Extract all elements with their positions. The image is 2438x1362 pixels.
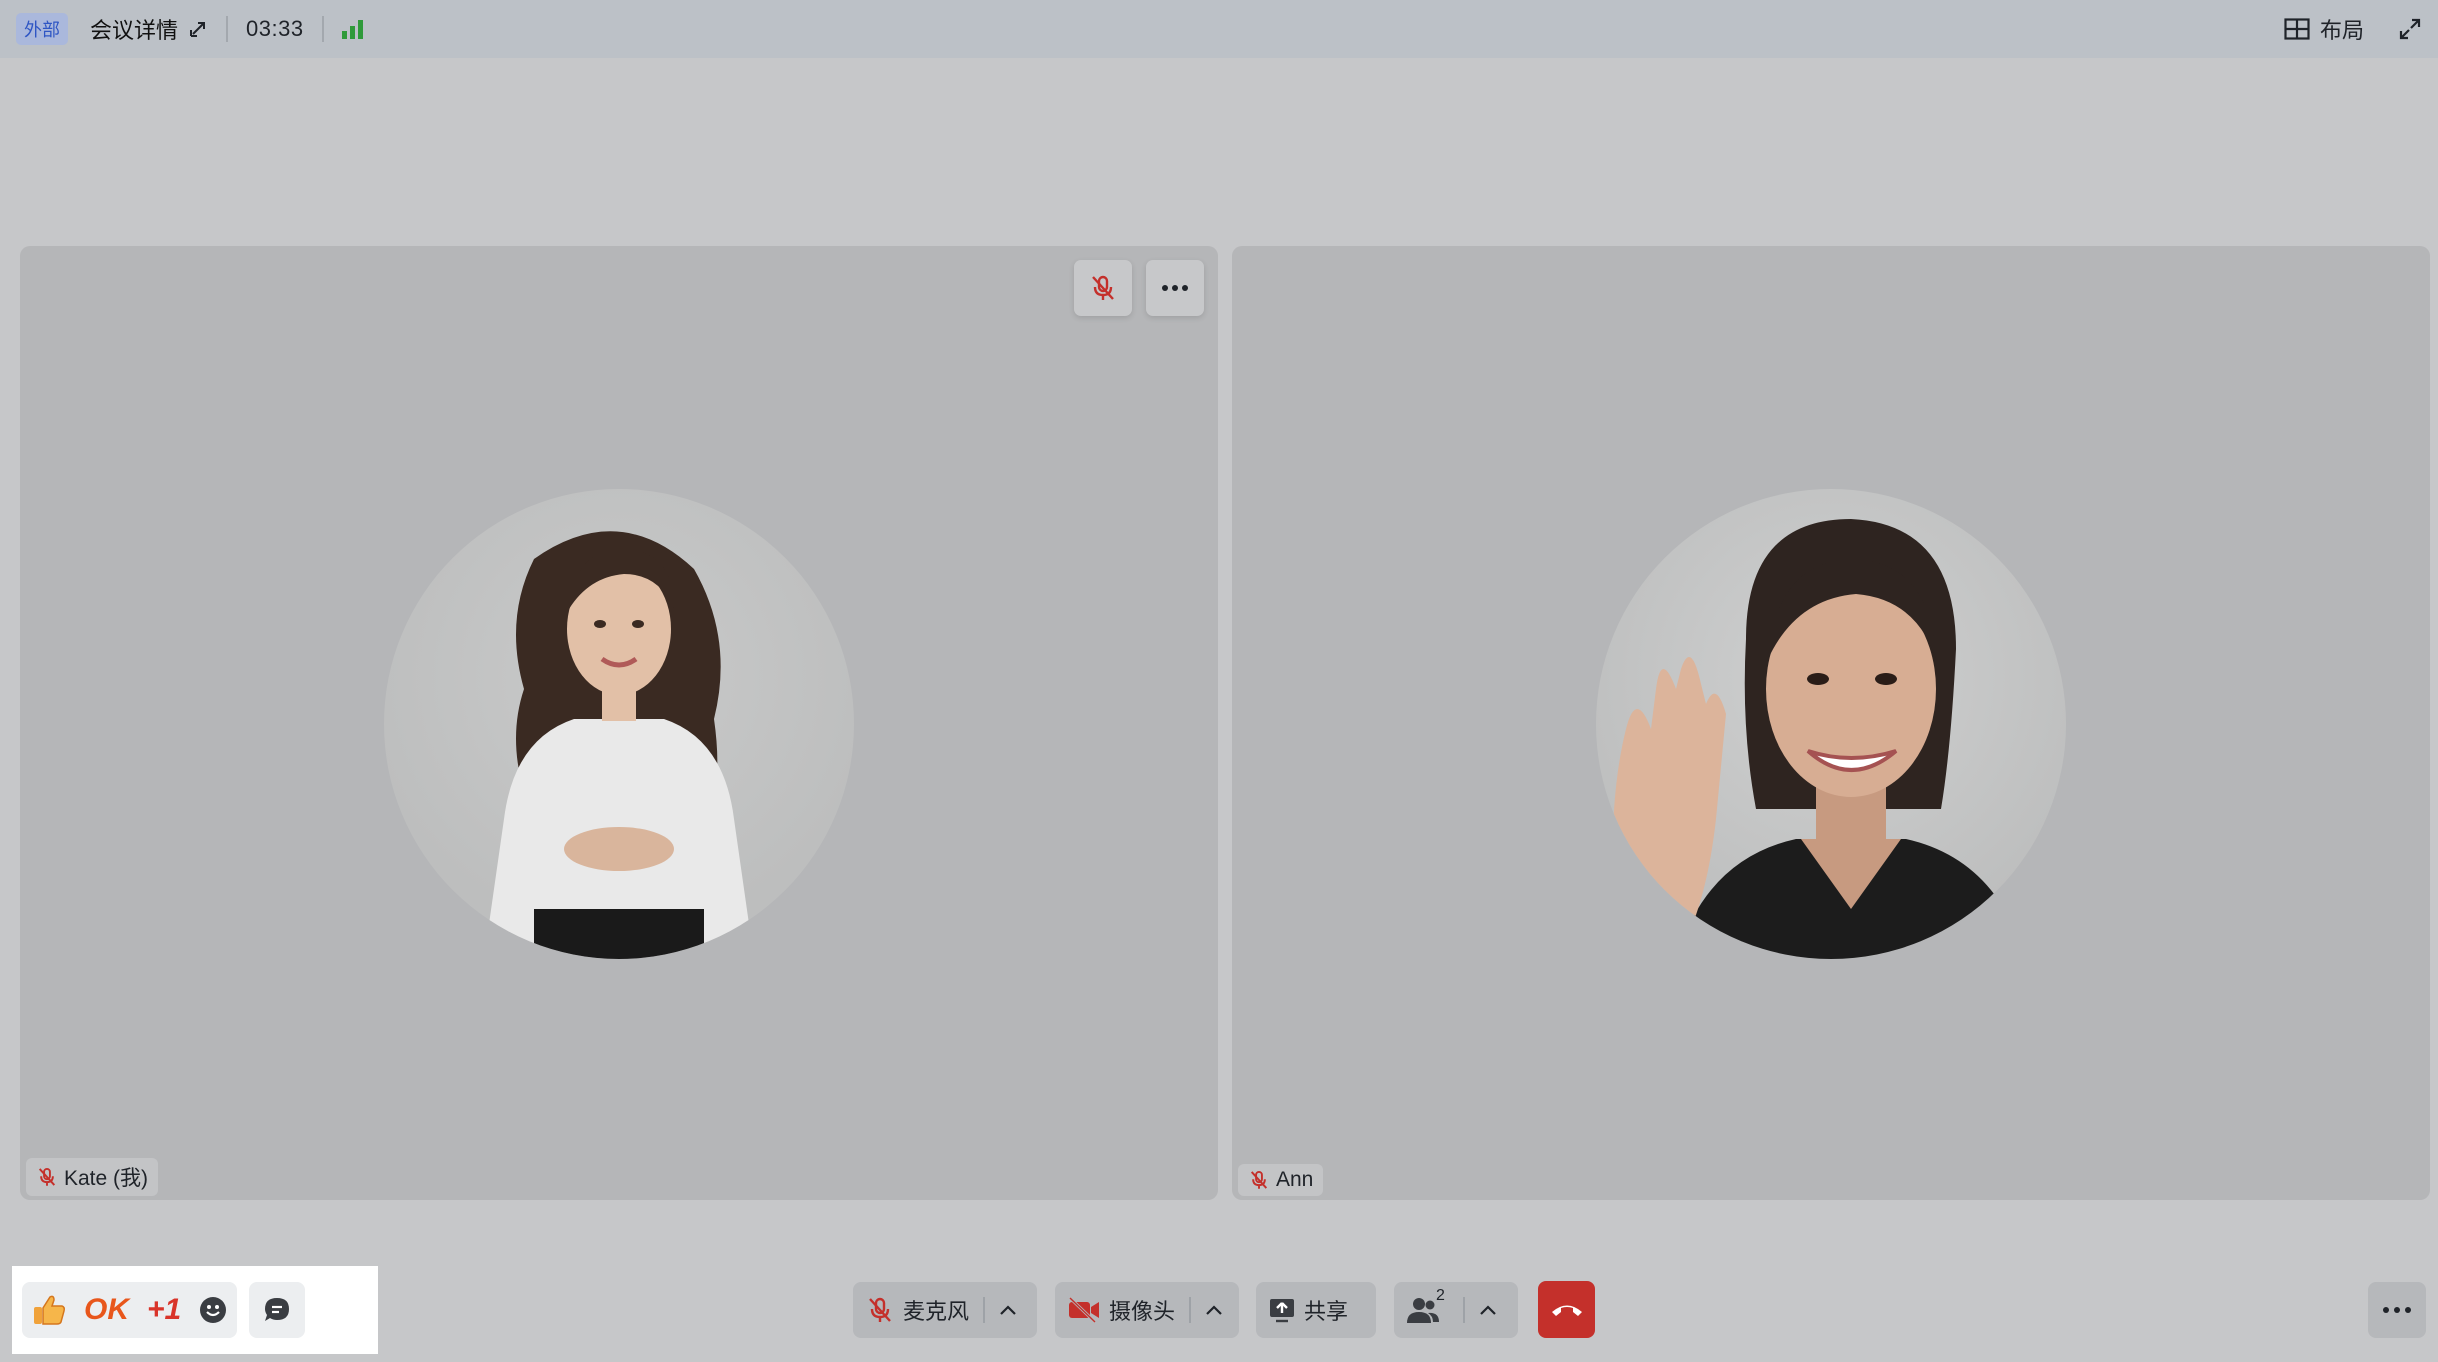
video-stage: Kate (我) Ann (8, 58, 2430, 1358)
external-badge: 外部 (16, 13, 68, 45)
fullscreen-icon[interactable] (2398, 17, 2422, 41)
tile-more-button[interactable] (1146, 260, 1204, 316)
microphone-label: 麦克风 (903, 1299, 970, 1324)
divider (983, 1297, 986, 1323)
participants-button[interactable]: 2 (1406, 1287, 1449, 1324)
participant-name: Ann (1276, 1168, 1314, 1191)
mic-off-icon (1250, 1170, 1268, 1189)
network-signal-icon[interactable] (341, 19, 363, 39)
smiley-icon (200, 1297, 227, 1323)
video-tile-kate[interactable]: Kate (我) (20, 246, 1218, 1200)
ok-reaction[interactable]: OK (84, 1293, 129, 1327)
mute-participant-button[interactable] (1074, 260, 1132, 316)
share-button[interactable]: 共享 (1256, 1282, 1376, 1338)
more-horizontal-icon (1162, 285, 1188, 291)
grid-layout-icon (2284, 18, 2310, 40)
participants-control: 2 (1394, 1282, 1518, 1338)
chat-bubble-icon (265, 1298, 290, 1321)
share-label: 共享 (1304, 1299, 1349, 1324)
reaction-group: OK +1 (22, 1282, 238, 1338)
meeting-title: 会议详情 (90, 18, 179, 43)
participant-avatar-kate (384, 489, 854, 959)
external-link-icon (190, 22, 206, 37)
share-screen-icon (1270, 1299, 1294, 1323)
more-horizontal-icon (2383, 1307, 2411, 1313)
chat-button[interactable] (249, 1282, 306, 1338)
layout-button[interactable]: 布局 (2284, 13, 2364, 45)
divider (1462, 1297, 1465, 1323)
video-tile-ann[interactable]: Ann (1232, 246, 2430, 1200)
divider (1189, 1297, 1192, 1323)
people-icon (1407, 1298, 1439, 1323)
tile-toolbar (1074, 260, 1204, 316)
participant-name-tag: Kate (我) (26, 1158, 159, 1196)
meeting-timer: 03:33 (246, 16, 304, 41)
participant-name-tag: Ann (1238, 1164, 1324, 1196)
camera-label: 摄像头 (1109, 1299, 1176, 1324)
microphone-control: 麦克风 (853, 1282, 1037, 1338)
microphone-button[interactable]: 麦克风 (865, 1294, 969, 1326)
mic-off-icon (869, 1297, 891, 1322)
camera-off-icon (1068, 1297, 1099, 1323)
camera-button[interactable]: 摄像头 (1067, 1294, 1175, 1326)
more-options-button[interactable] (2368, 1282, 2426, 1338)
chevron-up-icon[interactable] (999, 1304, 1017, 1316)
participant-name: Kate (我) (64, 1167, 149, 1190)
emoji-picker-button[interactable] (199, 1296, 227, 1324)
leave-meeting-button[interactable] (1538, 1281, 1595, 1338)
meeting-details-button[interactable]: 会议详情 (90, 13, 208, 45)
thumbs-up-reaction[interactable] (32, 1294, 66, 1326)
mic-off-icon (38, 1167, 56, 1186)
reactions-bar: OK +1 (12, 1266, 378, 1354)
participant-avatar-ann (1596, 489, 2066, 959)
mic-off-icon (1092, 275, 1114, 300)
plus-one-reaction[interactable]: +1 (147, 1293, 181, 1327)
divider (226, 16, 229, 42)
camera-control: 摄像头 (1055, 1282, 1239, 1338)
hang-up-icon (1551, 1305, 1582, 1316)
top-bar: 外部 会议详情 03:33 布局 (0, 0, 2438, 58)
layout-label: 布局 (2319, 18, 2364, 43)
divider (321, 16, 324, 42)
chevron-up-icon[interactable] (1205, 1304, 1223, 1316)
participants-count: 2 (1436, 1287, 1445, 1304)
thumbs-up-icon (34, 1295, 65, 1325)
chevron-up-icon[interactable] (1479, 1304, 1497, 1316)
